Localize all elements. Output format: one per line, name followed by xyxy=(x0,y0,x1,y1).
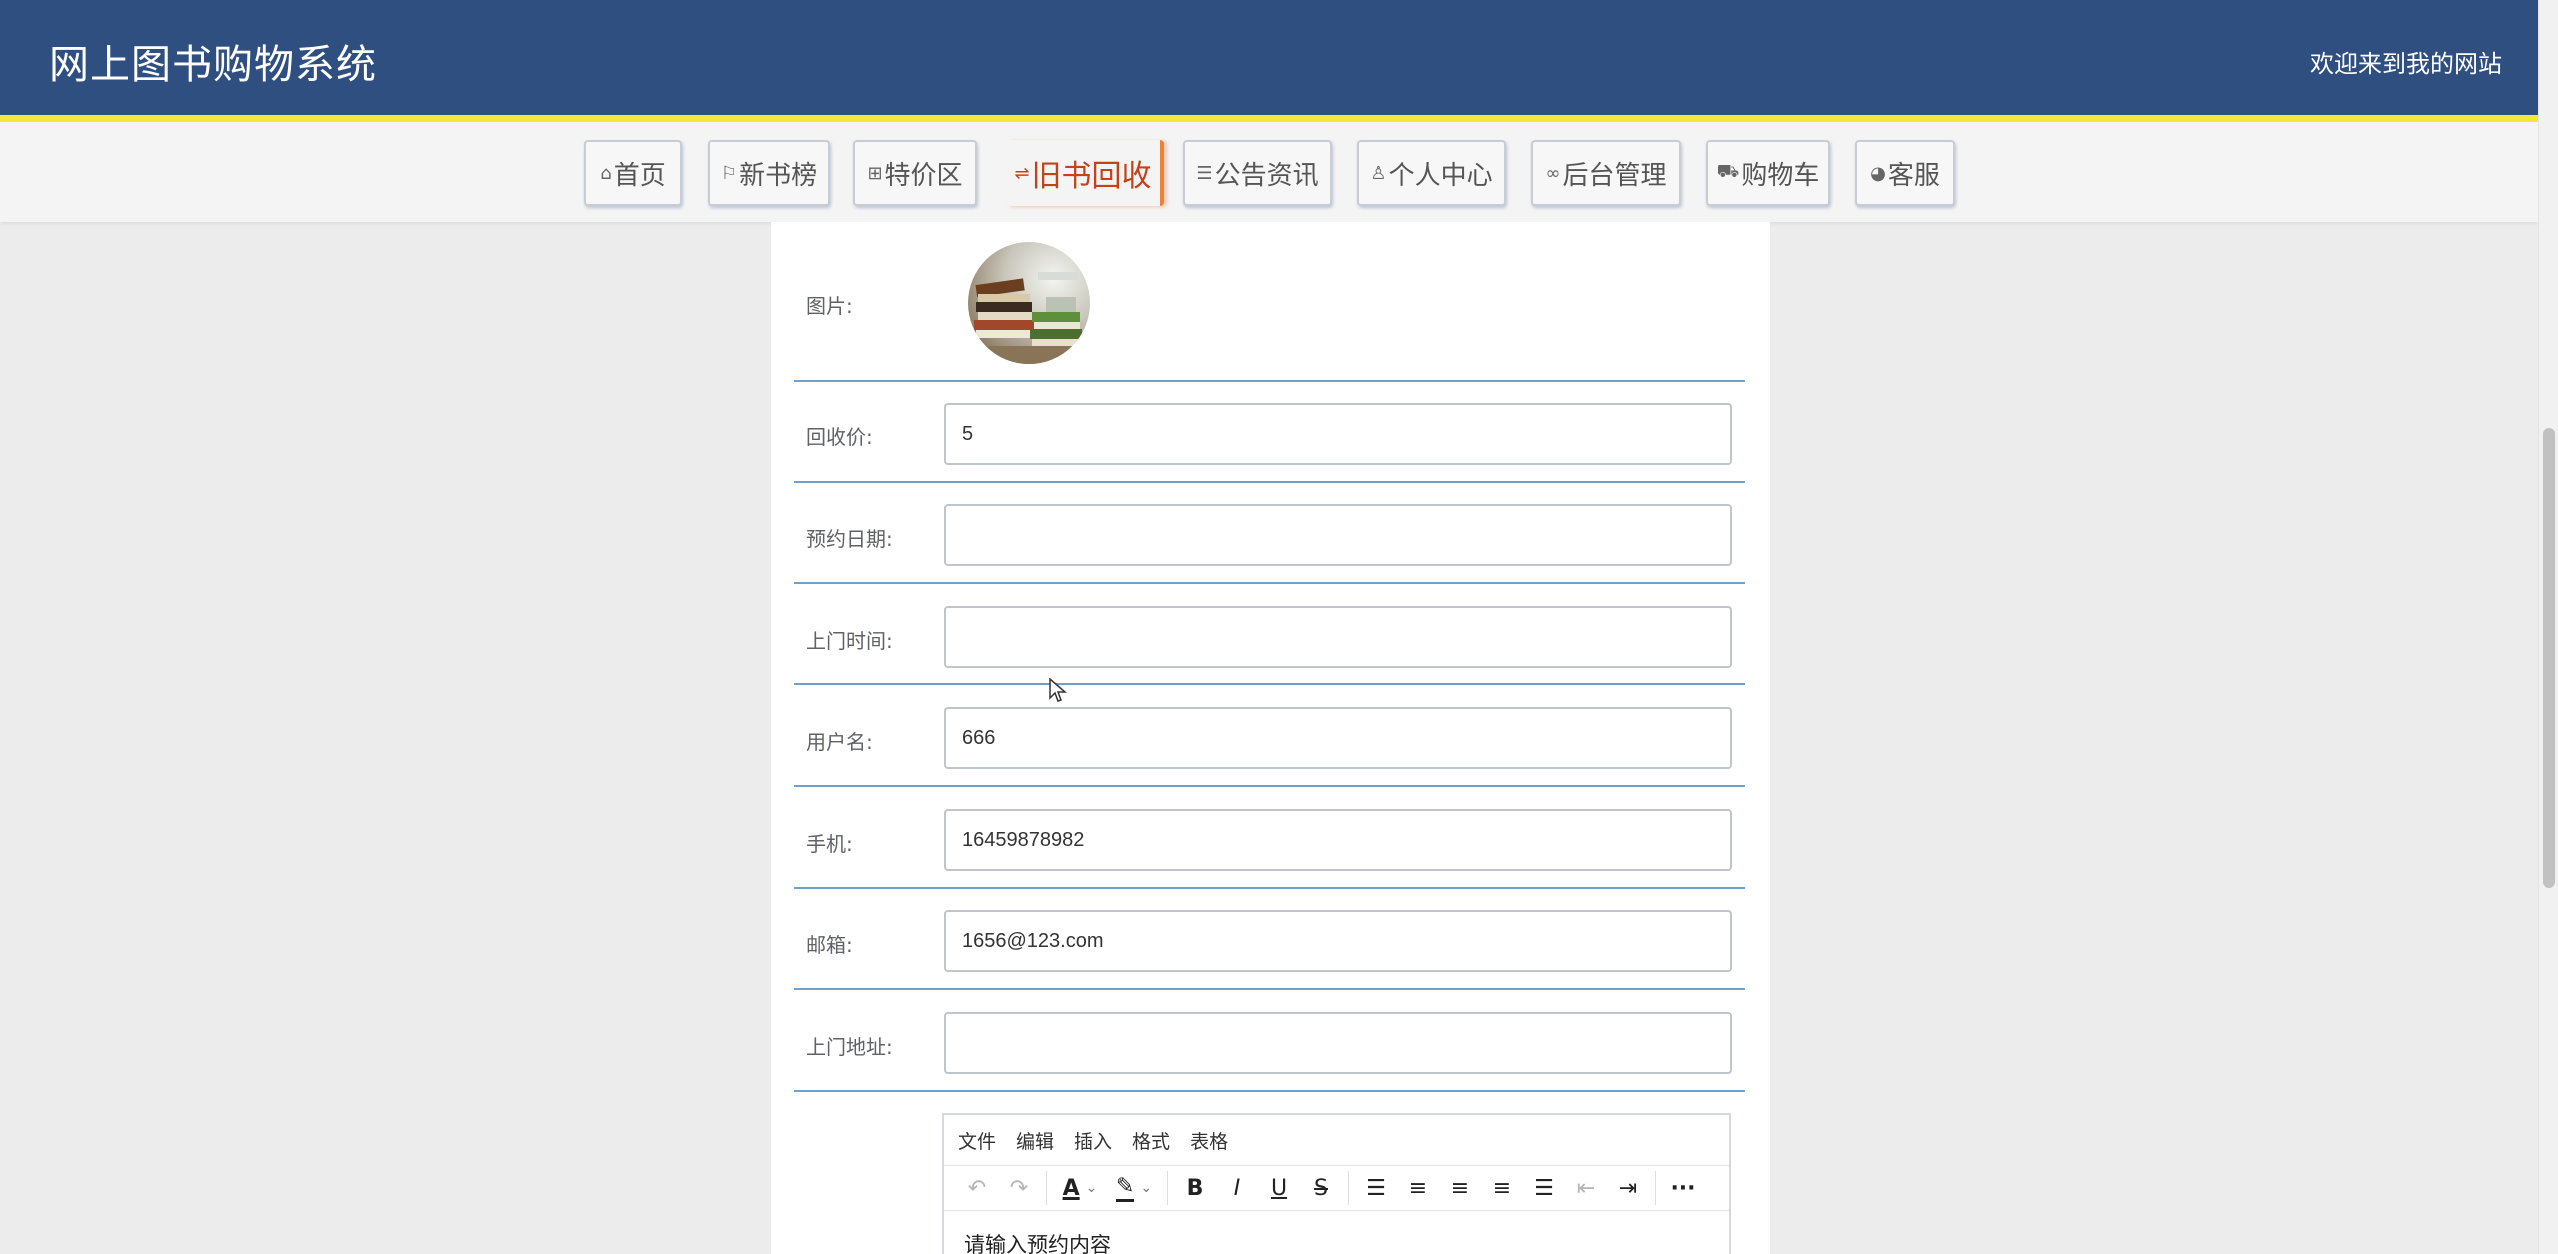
book-image[interactable] xyxy=(968,242,1090,364)
form-row-time: 上门时间: xyxy=(794,586,1745,685)
main-nav: ⌂ 首页 ⚐ 新书榜 ⊞ 特价区 ⇌ 旧书回收 ☰ 公告资讯 ♙ 个人中心 ∞ … xyxy=(0,122,2538,222)
nav-label: 新书榜 xyxy=(739,160,818,191)
align-right-icon[interactable]: ≡ xyxy=(1481,1168,1523,1208)
site-title: 网上图书购物系统 xyxy=(49,42,377,88)
more-icon[interactable]: ··· xyxy=(1662,1168,1704,1208)
redo-icon[interactable]: ↷ xyxy=(998,1168,1040,1208)
toolbar-divider xyxy=(1348,1171,1349,1205)
toolbar-divider xyxy=(1655,1171,1656,1205)
username-label: 用户名: xyxy=(806,730,873,754)
user-icon: ♙ xyxy=(1370,162,1387,184)
nav-label: 个人中心 xyxy=(1388,160,1493,191)
nav-admin[interactable]: ∞ 后台管理 xyxy=(1531,140,1681,206)
price-input[interactable]: 5 xyxy=(944,403,1732,465)
form-row-username: 用户名: 666 xyxy=(794,687,1745,787)
menu-table[interactable]: 表格 xyxy=(1190,1127,1228,1154)
site-header: 网上图书购物系统 欢迎来到我的网站 xyxy=(0,0,2538,122)
menu-insert[interactable]: 插入 xyxy=(1074,1127,1112,1154)
address-input[interactable] xyxy=(944,1012,1732,1074)
grid-icon: ⊞ xyxy=(867,162,883,184)
nav-label: 购物车 xyxy=(1741,160,1820,191)
undo-icon[interactable]: ↶ xyxy=(956,1168,998,1208)
phone-label: 手机: xyxy=(806,832,853,856)
nav-label: 客服 xyxy=(1887,160,1940,191)
nav-cart[interactable]: ⛟ 购物车 xyxy=(1706,140,1830,206)
nav-label: 公告资讯 xyxy=(1214,160,1319,191)
phone-input[interactable]: 16459878982 xyxy=(944,809,1732,871)
nav-label: 首页 xyxy=(613,160,666,191)
chat-icon: ◕ xyxy=(1870,162,1886,184)
strikethrough-icon[interactable]: S xyxy=(1300,1168,1342,1208)
form-row-date: 预约日期: xyxy=(794,485,1745,584)
bold-icon[interactable]: B xyxy=(1174,1168,1216,1208)
address-label: 上门地址: xyxy=(806,1035,893,1059)
align-left-icon[interactable]: ≡ xyxy=(1397,1168,1439,1208)
time-input[interactable] xyxy=(944,606,1732,668)
home-icon: ⌂ xyxy=(600,162,612,184)
form-row-image: 图片: xyxy=(794,222,1745,382)
highlight-color-icon[interactable]: ✎ ⌄ xyxy=(1107,1168,1161,1208)
date-input[interactable] xyxy=(944,504,1732,566)
username-input[interactable]: 666 xyxy=(944,707,1732,769)
sliders-icon: ⇌ xyxy=(1014,162,1030,184)
nav-label: 特价区 xyxy=(884,160,963,191)
underline-icon[interactable]: U xyxy=(1258,1168,1300,1208)
mouse-cursor-icon xyxy=(1049,678,1067,702)
editor-menubar: 文件 编辑 插入 格式 表格 xyxy=(944,1115,1729,1165)
align-justify-icon[interactable]: ☰ xyxy=(1523,1168,1565,1208)
image-label: 图片: xyxy=(806,294,853,318)
nav-customer-service[interactable]: ◕ 客服 xyxy=(1855,140,1955,206)
form-row-phone: 手机: 16459878982 xyxy=(794,789,1745,889)
line-height-icon[interactable]: ☰ xyxy=(1355,1168,1397,1208)
nav-label: 后台管理 xyxy=(1562,160,1667,191)
nav-new-books[interactable]: ⚐ 新书榜 xyxy=(708,140,830,206)
toolbar-divider xyxy=(1167,1171,1168,1205)
scrollbar-thumb[interactable] xyxy=(2543,428,2555,888)
align-center-icon[interactable]: ≡ xyxy=(1439,1168,1481,1208)
outdent-icon[interactable]: ⇤ xyxy=(1565,1168,1607,1208)
menu-format[interactable]: 格式 xyxy=(1132,1127,1170,1154)
email-input[interactable]: 1656@123.com xyxy=(944,910,1732,972)
layers-icon: ☰ xyxy=(1196,162,1213,184)
recycle-form-card: 图片: 回收价: 5 预约日期: 上门时间: 用户名: 666 手机: 1645… xyxy=(771,222,1770,1254)
text-color-icon[interactable]: A ⌄ xyxy=(1053,1168,1107,1208)
nav-book-recycling[interactable]: ⇌ 旧书回收 xyxy=(1006,140,1164,206)
date-label: 预约日期: xyxy=(806,527,893,551)
nav-personal-center[interactable]: ♙ 个人中心 xyxy=(1357,140,1506,206)
email-label: 邮箱: xyxy=(806,933,853,957)
link-icon: ∞ xyxy=(1545,162,1561,184)
indent-icon[interactable]: ⇥ xyxy=(1607,1168,1649,1208)
menu-edit[interactable]: 编辑 xyxy=(1016,1127,1054,1154)
toolbar-divider xyxy=(1046,1171,1047,1205)
nav-announcements[interactable]: ☰ 公告资讯 xyxy=(1183,140,1332,206)
flag-icon: ⚐ xyxy=(720,162,738,184)
price-label: 回收价: xyxy=(806,425,873,449)
cart-icon: ⛟ xyxy=(1716,161,1740,182)
page-scrollbar[interactable] xyxy=(2538,0,2558,1254)
nav-specials[interactable]: ⊞ 特价区 xyxy=(853,140,977,206)
menu-file[interactable]: 文件 xyxy=(958,1127,996,1154)
content-editor: 文件 编辑 插入 格式 表格 ↶ ↷ A ⌄ ✎ ⌄ B I U S ☰ ≡ ≡ ≡ xyxy=(942,1113,1731,1254)
welcome-text: 欢迎来到我的网站 xyxy=(2310,50,2502,78)
editor-toolbar: ↶ ↷ A ⌄ ✎ ⌄ B I U S ☰ ≡ ≡ ≡ ☰ ⇤ ⇥ ··· xyxy=(944,1165,1729,1211)
form-row-address: 上门地址: xyxy=(794,992,1745,1092)
nav-home[interactable]: ⌂ 首页 xyxy=(584,140,682,206)
time-label: 上门时间: xyxy=(806,629,893,653)
editor-content[interactable]: 请输入预约内容 xyxy=(944,1211,1729,1254)
italic-icon[interactable]: I xyxy=(1216,1168,1258,1208)
nav-label: 旧书回收 xyxy=(1031,159,1152,194)
form-row-email: 邮箱: 1656@123.com xyxy=(794,891,1745,990)
form-row-price: 回收价: 5 xyxy=(794,384,1745,483)
